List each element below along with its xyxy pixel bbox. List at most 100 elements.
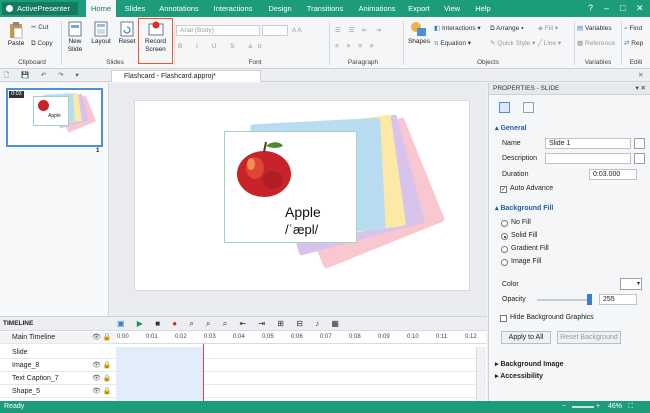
paste-button[interactable]: Paste [5, 21, 27, 48]
thumb-card-front: Apple [33, 96, 69, 126]
ruler-tick-label: 0:04 [233, 334, 245, 340]
opacity-label: Opacity [502, 296, 526, 303]
general-section-title[interactable]: ▴ General [495, 124, 527, 134]
gradient-fill-radio[interactable] [501, 246, 508, 253]
cut-button[interactable]: ✂ Cut [31, 23, 48, 32]
fit-window-icon[interactable]: ⛶ [628, 401, 633, 413]
tab-annotations[interactable]: Annotations [157, 0, 201, 17]
hide-background-graphics-checkbox[interactable] [500, 315, 507, 322]
slide-duration-badge: 0:03 [9, 91, 24, 98]
tab-animations[interactable]: Animations [355, 0, 399, 17]
help-icon[interactable]: ? [588, 3, 593, 13]
timeline-row-image[interactable]: Image_8 👁 🔒 [0, 360, 487, 372]
quick-access-icons[interactable]: 🗋 💾 ↶ ↷ ▾ [4, 71, 84, 80]
copy-button[interactable]: ⧉ Copy [31, 39, 53, 48]
zoom-slider[interactable] [572, 406, 594, 408]
line-button[interactable]: ╱ Line ▾ [538, 39, 561, 48]
tab-export[interactable]: Export [406, 0, 432, 17]
description-field[interactable] [545, 153, 631, 164]
font-size-select[interactable] [262, 25, 288, 36]
slide-thumbnail[interactable]: 0:03 Apple [6, 88, 103, 147]
bullets-icons[interactable]: ☰ ☰ ⇤ ⇥ [335, 26, 384, 35]
name-field[interactable]: Slide 1 [545, 138, 631, 149]
layout-label: Layout [91, 38, 111, 45]
timeline-row-caption[interactable]: Text Caption_7 👁 🔒 [0, 373, 487, 385]
tab-interactions[interactable]: Interactions [210, 0, 256, 17]
minimize-icon[interactable]: – [604, 3, 609, 13]
main-timeline-icons[interactable]: 👁 🔒 [92, 332, 112, 344]
close-icon[interactable]: ✕ [636, 3, 644, 13]
quick-style-button[interactable]: ✎ Quick Style ▾ [490, 39, 535, 48]
timeline-row-slide[interactable]: Slide [0, 347, 487, 359]
panel-menu-icon[interactable]: ▾ ✕ [635, 83, 646, 95]
reference-button[interactable]: ▦ Reference [577, 39, 615, 48]
card-front[interactable]: Apple /ˈæpl/ [224, 131, 357, 243]
timeline-toolbar-icons[interactable]: ▣ ▶ ■ ● ⌕ ⌕ ⌕ ⇤ ⇥ ⊞ ⊟ ♪ ▦ [117, 319, 344, 329]
timeline-title: TIMELINE [3, 320, 34, 327]
timeline-end-marker[interactable] [203, 344, 204, 402]
tab-help[interactable]: Help [472, 0, 494, 17]
app-menu-button[interactable]: ActivePresenter [2, 2, 78, 15]
solid-fill-radio[interactable] [501, 233, 508, 240]
tab-home[interactable]: Home [86, 0, 116, 17]
font-grow-icon[interactable]: A A [292, 26, 302, 35]
timeline-ruler[interactable]: 0:00 0:01 0:02 0:03 0:04 0:05 0:06 0:07 0:08 0:09… [116, 332, 486, 344]
name-edit-icon[interactable] [634, 138, 645, 149]
tab-transitions[interactable]: Transitions [304, 0, 346, 17]
tab-slides[interactable]: Slides [122, 0, 148, 17]
no-fill-radio[interactable] [501, 220, 508, 227]
reset-background-button[interactable]: Reset Background [557, 331, 621, 344]
row-visibility-icons[interactable]: 👁 🔒 [92, 386, 112, 398]
slide-properties-tab-icon[interactable] [499, 102, 510, 113]
align-icons[interactable]: ≡ ≡ ≡ ≡ [335, 42, 377, 51]
opacity-slider-track[interactable] [537, 299, 591, 301]
timeline-slide-duration-block[interactable] [116, 347, 203, 402]
image-fill-radio[interactable] [501, 259, 508, 266]
zoom-out-icon[interactable]: − [562, 401, 566, 413]
row-visibility-icons[interactable]: 👁 🔒 [92, 360, 112, 372]
apple-image[interactable] [233, 138, 295, 198]
maximize-icon[interactable]: □ [620, 3, 625, 13]
clipboard-group-label: Clipboard [18, 59, 46, 66]
new-slide-button[interactable]: New Slide [63, 21, 87, 54]
zoom-in-icon[interactable]: + [596, 401, 600, 413]
record-screen-button[interactable]: Record Screen [140, 21, 171, 54]
replace-button[interactable]: ⇄ Rep [624, 39, 643, 48]
arrange-button[interactable]: ⧉ Arrange ▾ [490, 24, 524, 33]
background-fill-section-title[interactable]: ▴ Background Fill [495, 204, 553, 214]
font-style-icons[interactable]: B I U S ab [178, 42, 268, 51]
card-word[interactable]: Apple [285, 204, 321, 220]
timeline-scrollbar[interactable] [476, 347, 486, 402]
duration-field[interactable]: 0:03.000 [589, 169, 637, 180]
variables-button[interactable]: ▤ Variables [577, 24, 612, 33]
document-tab[interactable]: Flashcard - Flashcard.approj* [111, 70, 261, 82]
color-picker[interactable]: ▾ [620, 278, 642, 290]
auto-advance-checkbox[interactable]: ✓ [500, 186, 507, 193]
fill-button[interactable]: ◈ Fill ▾ [538, 24, 558, 33]
reset-button[interactable]: Reset [116, 21, 138, 46]
card-phonetic[interactable]: /ˈæpl/ [285, 222, 318, 237]
description-label: Description [502, 155, 538, 162]
accessibility-section[interactable]: ▸ Accessibility [495, 372, 543, 382]
equation-button[interactable]: π Equation ▾ [434, 39, 471, 48]
layout-button[interactable]: Layout [89, 21, 113, 46]
shapes-button[interactable]: Shapes [406, 21, 432, 46]
interactions-button[interactable]: ◧ Interactions ▾ [434, 24, 481, 33]
color-label: Color [502, 281, 519, 288]
equation-icon: π [434, 40, 439, 47]
tab-view[interactable]: View [442, 0, 462, 17]
background-image-section[interactable]: ▸ Background Image [495, 360, 563, 370]
panel-close-icon[interactable]: ✕ [638, 71, 643, 80]
apply-to-all-button[interactable]: Apply to All [501, 331, 551, 344]
description-edit-icon[interactable] [634, 153, 645, 164]
row-visibility-icons[interactable]: 👁 🔒 [92, 373, 112, 385]
opacity-slider-thumb[interactable] [587, 294, 592, 305]
slide-canvas[interactable]: Apple /ˈæpl/ [134, 100, 470, 291]
font-family-select[interactable]: Arial (Body) [176, 25, 260, 36]
find-button[interactable]: ⌕ Find [624, 24, 642, 33]
timeline-row-shape[interactable]: Shape_5 👁 🔒 [0, 386, 487, 398]
interactivity-tab-icon[interactable] [523, 102, 534, 113]
opacity-field[interactable]: 255 [599, 294, 637, 305]
ruler-tick-label: 0:11 [436, 334, 448, 340]
tab-design[interactable]: Design [265, 0, 295, 17]
